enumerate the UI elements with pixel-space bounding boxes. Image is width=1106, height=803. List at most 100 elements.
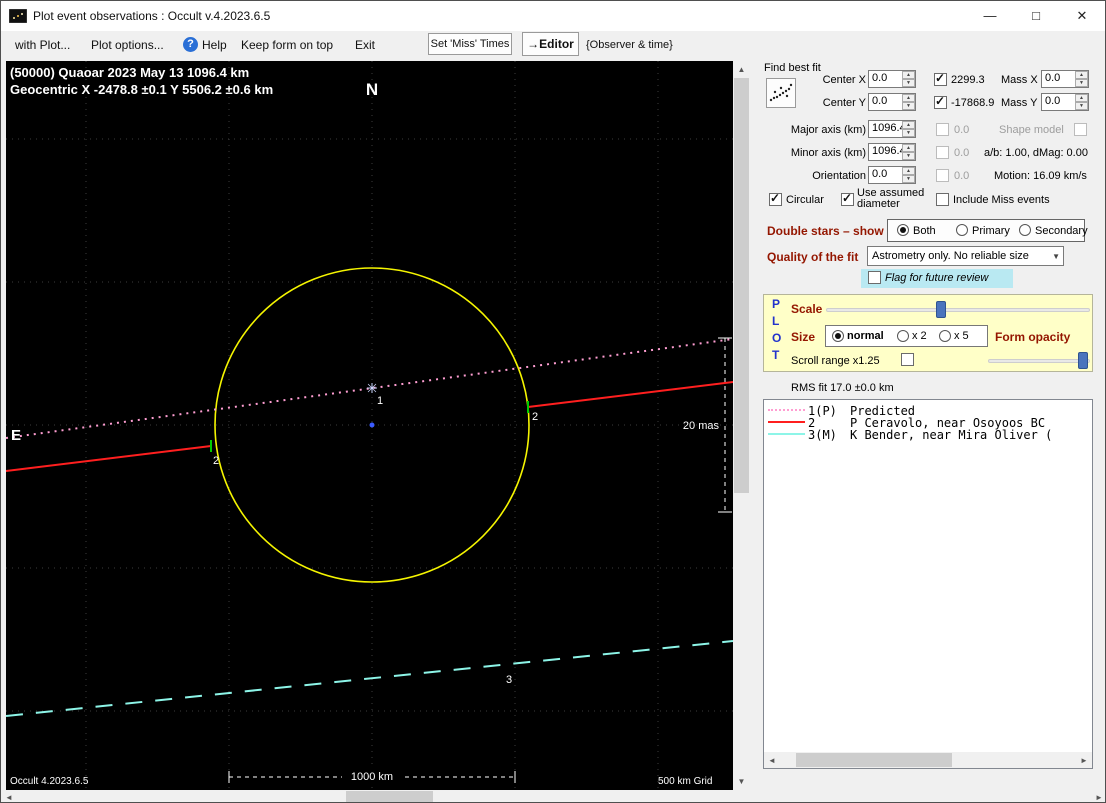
double-both-radio[interactable] xyxy=(897,224,909,236)
spin-up-icon[interactable]: ▲ xyxy=(902,71,915,79)
quality-combobox[interactable]: Astrometry only. No reliable size ▼ xyxy=(867,246,1064,266)
scroll-up-icon[interactable]: ▲ xyxy=(733,65,750,74)
listbox-hscrollbar[interactable]: ◄ ► xyxy=(764,752,1092,768)
menu-help[interactable]: Help xyxy=(202,38,227,52)
observations-listbox[interactable]: 1(P) Predicted 2 P Ceravolo, near Osoyoo… xyxy=(763,399,1093,769)
plot-letter-o: O xyxy=(772,331,782,345)
scale-slider-track[interactable] xyxy=(826,308,1090,312)
scroll-range-checkbox[interactable] xyxy=(901,353,914,366)
editor-button[interactable]: →Editor xyxy=(522,32,579,56)
spin-up-icon[interactable]: ▲ xyxy=(902,94,915,102)
spin-up-icon[interactable]: ▲ xyxy=(1075,71,1088,79)
plot-canvas[interactable]: (50000) Quaoar 2023 May 13 1096.4 km Geo… xyxy=(6,61,733,790)
fit-x-checkbox[interactable] xyxy=(934,71,947,86)
km-scale-label: 1000 km xyxy=(351,771,393,783)
double-secondary-radio[interactable] xyxy=(1019,224,1031,236)
plot-header-line1: (50000) Quaoar 2023 May 13 1096.4 km xyxy=(10,65,249,80)
hscroll-thumb[interactable] xyxy=(346,791,433,802)
fit-y-checkbox[interactable] xyxy=(934,94,947,109)
menu-bar: with Plot... Plot options... ? Help Keep… xyxy=(1,31,1105,59)
double-stars-radio-group: Both Primary Secondary xyxy=(887,219,1088,242)
close-button[interactable]: ✕ xyxy=(1059,1,1105,31)
center-y-value: 0.0 xyxy=(872,95,888,107)
opacity-slider-track[interactable] xyxy=(988,359,1090,363)
double-primary-radio[interactable] xyxy=(956,224,968,236)
size-x2-radio[interactable] xyxy=(897,330,909,342)
spin-down-icon[interactable]: ▼ xyxy=(902,152,915,160)
center-x-spinner[interactable]: 0.0 ▲ ▼ xyxy=(868,70,916,88)
find-best-fit-button[interactable] xyxy=(766,78,796,108)
scroll-right-icon[interactable]: ► xyxy=(1078,756,1090,765)
rms-fit-label: RMS fit 17.0 ±0.0 km xyxy=(791,382,894,394)
minor-axis-spinner[interactable]: 1096.4 ▲▼ xyxy=(868,143,916,161)
spin-down-icon[interactable]: ▼ xyxy=(1075,102,1088,110)
spin-up-icon[interactable]: ▲ xyxy=(902,167,915,175)
mass-x-spinner[interactable]: 0.0 ▲ ▼ xyxy=(1041,70,1089,88)
app-window: Plot event observations : Occult v.4.202… xyxy=(0,0,1106,803)
motion-label: Motion: 16.09 km/s xyxy=(994,170,1087,182)
menu-with-plot[interactable]: with Plot... xyxy=(15,38,70,52)
scroll-right-icon[interactable]: ► xyxy=(1093,793,1105,802)
shape-model-checkbox[interactable] xyxy=(1074,123,1087,136)
spin-up-icon[interactable]: ▲ xyxy=(902,121,915,129)
major-axis-spinner[interactable]: 1096.4 ▲▼ xyxy=(868,120,916,138)
vscroll-thumb[interactable] xyxy=(734,78,749,493)
spin-down-icon[interactable]: ▼ xyxy=(902,129,915,137)
maximize-button[interactable]: □ xyxy=(1013,1,1059,31)
fit-y-value: -17868.9 xyxy=(951,97,995,109)
use-assumed-checkbox[interactable] xyxy=(841,191,854,206)
size-x5-radio[interactable] xyxy=(939,330,951,342)
chord2-line-sample xyxy=(768,421,805,423)
spin-down-icon[interactable]: ▼ xyxy=(902,79,915,87)
center-x-value: 0.0 xyxy=(872,72,888,84)
minimize-button[interactable]: — xyxy=(967,1,1013,31)
dropdown-icon[interactable]: ▼ xyxy=(1052,252,1060,261)
orientation-alt-checkbox[interactable] xyxy=(936,169,949,182)
legend-row-chord2[interactable]: 2 P Ceravolo, near Osoyoos BC xyxy=(768,416,1088,430)
mass-y-label: Mass Y xyxy=(1001,97,1038,109)
plot-version-label: Occult 4.2023.6.5 xyxy=(10,776,89,787)
fit-x-value: 2299.3 xyxy=(951,74,985,86)
set-miss-times-button[interactable]: Set 'Miss' Times xyxy=(428,33,512,55)
scroll-down-icon[interactable]: ▼ xyxy=(733,777,750,786)
hscroll-thumb[interactable] xyxy=(796,753,952,767)
center-x-label: Center X xyxy=(822,74,866,86)
orientation-alt-value: 0.0 xyxy=(954,170,970,182)
legend-row-predicted[interactable]: 1(P) Predicted xyxy=(768,404,1088,418)
include-miss-checkbox[interactable] xyxy=(936,193,949,206)
flag-review-checkbox[interactable] xyxy=(868,271,881,284)
scroll-left-icon[interactable]: ◄ xyxy=(766,756,778,765)
size-label: Size xyxy=(791,330,816,344)
scale-slider-thumb[interactable] xyxy=(936,301,946,318)
menu-keep-on-top[interactable]: Keep form on top xyxy=(241,38,333,52)
center-y-spinner[interactable]: 0.0 ▲ ▼ xyxy=(868,93,916,111)
mass-y-spinner[interactable]: 0.0 ▲ ▼ xyxy=(1041,93,1089,111)
help-icon: ? xyxy=(183,37,198,52)
scroll-left-icon[interactable]: ◄ xyxy=(3,793,15,802)
major-alt-checkbox[interactable] xyxy=(936,123,949,136)
menu-exit[interactable]: Exit xyxy=(355,38,375,52)
mass-x-value: 0.0 xyxy=(1045,72,1061,84)
circular-checkbox[interactable] xyxy=(769,191,782,206)
orientation-spinner[interactable]: 0.0 ▲ ▼ xyxy=(868,166,916,184)
spin-up-icon[interactable]: ▲ xyxy=(1075,94,1088,102)
spin-up-icon[interactable]: ▲ xyxy=(902,144,915,152)
size-normal-radio[interactable] xyxy=(832,330,844,342)
double-stars-label: Double stars – show xyxy=(767,224,884,238)
mass-y-value: 0.0 xyxy=(1045,95,1061,107)
control-panel: Find best fit Center X 0.0 ▲▼ 2299.3 Mas… xyxy=(756,59,1105,790)
form-opacity-label: Form opacity xyxy=(995,330,1071,344)
legend-row-chord3[interactable]: 3(M) K Bender, near Mira Oliver ( xyxy=(768,428,1088,442)
minor-alt-checkbox[interactable] xyxy=(936,146,949,159)
spin-down-icon[interactable]: ▼ xyxy=(902,175,915,183)
plot-vscrollbar[interactable]: ▲ ▼ xyxy=(733,61,750,790)
plot-hscrollbar[interactable]: ◄ ► xyxy=(1,790,1105,802)
minor-alt-value: 0.0 xyxy=(954,147,970,159)
spin-down-icon[interactable]: ▼ xyxy=(1075,79,1088,87)
use-assumed-label: Use assumed diameter xyxy=(857,187,925,210)
opacity-slider-thumb[interactable] xyxy=(1078,352,1088,369)
menu-plot-options[interactable]: Plot options... xyxy=(91,38,164,52)
predicted-line-sample xyxy=(768,409,805,411)
spin-down-icon[interactable]: ▼ xyxy=(902,102,915,110)
center-y-label: Center Y xyxy=(822,97,866,109)
